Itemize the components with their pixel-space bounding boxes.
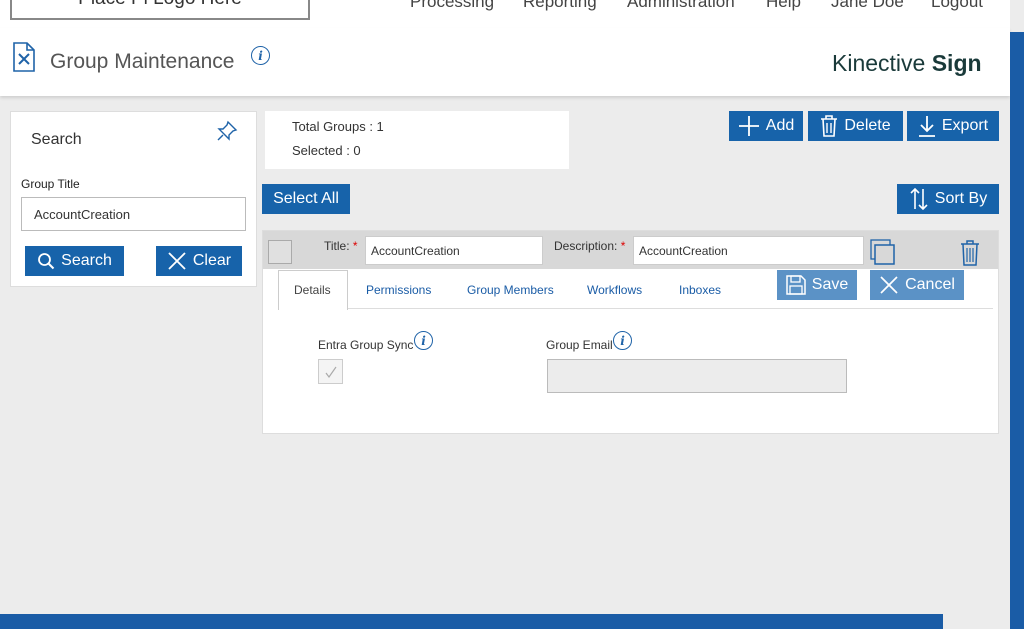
group-email-field[interactable] — [547, 359, 847, 393]
selected-count-text: Selected : 0 — [292, 143, 361, 158]
tab-inboxes[interactable]: Inboxes — [679, 283, 721, 297]
cancel-button[interactable]: Cancel — [870, 270, 964, 300]
select-all-button[interactable]: Select All — [262, 184, 350, 214]
tab-permissions[interactable]: Permissions — [366, 283, 431, 297]
description-input[interactable]: AccountCreation — [633, 236, 864, 265]
close-icon — [880, 276, 898, 294]
add-button[interactable]: Add — [729, 111, 803, 141]
tab-group-members[interactable]: Group Members — [467, 283, 554, 297]
tab-underline — [348, 308, 993, 309]
save-button[interactable]: Save — [777, 270, 857, 300]
group-title-input[interactable]: AccountCreation — [21, 197, 246, 231]
vertical-scrollbar[interactable] — [1010, 32, 1024, 629]
nav-logout[interactable]: Logout — [931, 0, 983, 12]
page-title: Group Maintenance — [50, 50, 235, 73]
delete-button[interactable]: Delete — [808, 111, 903, 141]
title-input[interactable]: AccountCreation — [365, 236, 543, 265]
tab-workflows[interactable]: Workflows — [587, 283, 642, 297]
checkmark-icon — [325, 366, 336, 378]
info-icon[interactable]: i — [251, 46, 270, 65]
group-email-info-icon[interactable]: i — [613, 331, 632, 350]
entra-group-sync-label: Entra Group Sync — [318, 338, 414, 352]
delete-group-icon[interactable] — [959, 239, 981, 267]
nav-reporting[interactable]: Reporting — [523, 0, 597, 12]
logo-placeholder: Place Pi Logo Here — [10, 0, 310, 20]
export-button[interactable]: Export — [907, 111, 999, 141]
search-button[interactable]: Search — [25, 246, 124, 276]
tab-details[interactable]: Details — [294, 283, 331, 297]
group-email-label: Group Email — [546, 338, 613, 352]
copy-icon[interactable] — [869, 238, 897, 266]
group-select-checkbox[interactable] — [268, 240, 292, 264]
search-icon — [38, 253, 55, 270]
document-tools-icon — [13, 42, 35, 72]
entra-group-sync-checkbox[interactable] — [318, 359, 343, 384]
search-heading: Search — [31, 131, 82, 148]
pin-icon[interactable] — [215, 119, 239, 143]
horizontal-scrollbar[interactable] — [0, 614, 943, 629]
download-icon — [918, 116, 935, 137]
group-title-label: Group Title — [21, 177, 80, 191]
trash-icon — [821, 115, 838, 137]
nav-processing[interactable]: Processing — [410, 0, 494, 12]
nav-user-name[interactable]: Jane Doe — [831, 0, 904, 12]
plus-icon — [738, 116, 759, 136]
description-label: Description: * — [554, 239, 626, 253]
nav-administration[interactable]: Administration — [627, 0, 735, 12]
title-label: Title: * — [324, 239, 358, 253]
close-icon — [168, 252, 186, 270]
brand-logo: Kinective Sign — [832, 50, 982, 76]
total-groups-text: Total Groups : 1 — [292, 119, 384, 134]
clear-button[interactable]: Clear — [156, 246, 242, 276]
save-icon — [786, 275, 806, 295]
sort-by-button[interactable]: Sort By — [897, 184, 999, 214]
nav-help[interactable]: Help — [766, 0, 801, 12]
entra-sync-info-icon[interactable]: i — [414, 331, 433, 350]
sort-icon — [910, 188, 928, 210]
